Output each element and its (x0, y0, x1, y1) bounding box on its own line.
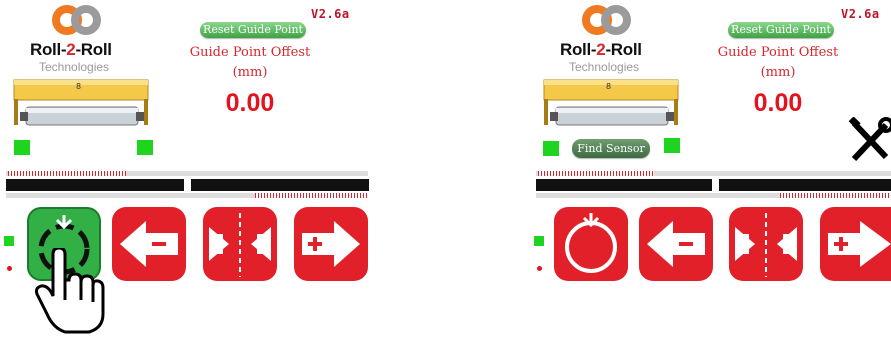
status-indicator-red (7, 266, 12, 271)
reset-guide-point-button[interactable]: Reset Guide Point (200, 22, 306, 38)
lower-scale-fill (255, 193, 368, 198)
roller-guide-image: 8 (542, 75, 682, 140)
reset-guide-point-button[interactable]: Reset Guide Point (728, 22, 834, 38)
move-left-minus-icon (120, 221, 178, 267)
hand-pointer-icon (35, 246, 105, 334)
version-label: V2.6a (311, 7, 350, 21)
auto-mode-button[interactable] (554, 207, 628, 281)
roller-label: 8 (606, 82, 612, 91)
center-icon (735, 213, 797, 277)
move-right-plus-icon (302, 221, 360, 267)
logo-subtitle: Technologies (39, 60, 110, 74)
upper-scale-fill (538, 171, 654, 176)
status-indicator-green (534, 236, 544, 246)
move-left-button[interactable] (639, 207, 713, 281)
offset-unit-label: (mm) (232, 65, 268, 80)
upper-scale-fill (8, 171, 126, 176)
roller-label: 8 (76, 82, 82, 91)
tools-icon[interactable] (848, 116, 891, 163)
logo-subtitle: Technologies (569, 60, 640, 74)
logo-brand: Roll-2-Roll (560, 40, 642, 59)
offset-label: Guide Point Offest (189, 45, 311, 60)
center-button[interactable] (729, 207, 803, 281)
offset-value: 0.00 (225, 89, 275, 117)
offset-label: Guide Point Offest (717, 45, 839, 60)
move-left-button[interactable] (112, 207, 186, 281)
lower-scale-fill (780, 193, 891, 198)
roller-guide-image: 8 (12, 75, 152, 140)
logo-icon (582, 5, 632, 35)
right-position-bar (719, 179, 891, 191)
move-right-plus-icon (828, 221, 891, 267)
left-sensor-indicator (543, 141, 559, 156)
right-screen: V2.6a Roll-2-Roll Technologies Reset Gui… (530, 0, 891, 336)
find-sensor-button[interactable]: Find Sensor (572, 139, 650, 158)
move-left-minus-icon (647, 221, 705, 267)
logo-brand: Roll-2-Roll (30, 40, 112, 59)
move-right-button[interactable] (294, 207, 368, 281)
offset-value: 0.00 (753, 89, 803, 117)
status-indicator-red (537, 266, 542, 271)
offset-unit-label: (mm) (760, 65, 796, 80)
left-sensor-indicator (14, 140, 30, 155)
center-icon (209, 213, 271, 277)
right-sensor-indicator (664, 138, 680, 153)
left-screen: V2.6a Roll-2-Roll Technologies Reset Gui… (0, 0, 380, 336)
logo-icon (52, 5, 102, 35)
auto-mode-icon (565, 213, 617, 273)
right-position-bar (191, 179, 369, 191)
left-position-bar (536, 179, 712, 191)
version-label: V2.6a (841, 7, 880, 21)
left-position-bar (6, 179, 184, 191)
status-indicator-green (4, 236, 14, 246)
center-button[interactable] (203, 207, 277, 281)
right-sensor-indicator (137, 140, 153, 155)
move-right-button[interactable] (820, 207, 891, 281)
